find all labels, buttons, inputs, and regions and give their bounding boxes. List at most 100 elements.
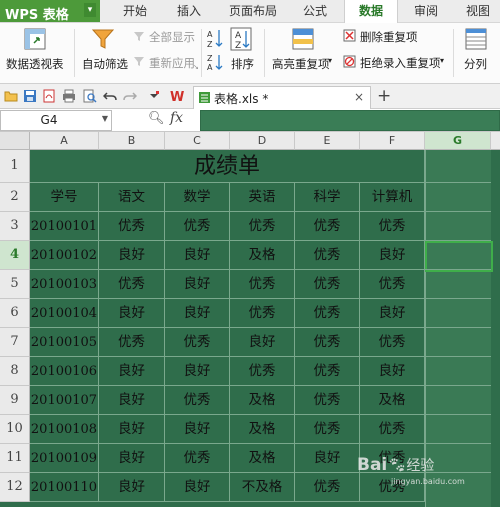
grade-cell[interactable]: 良好: [165, 473, 230, 502]
formula-input[interactable]: [200, 110, 500, 131]
filter-icon[interactable]: [91, 27, 115, 51]
student-id-cell[interactable]: 20100108: [30, 415, 99, 444]
grade-cell[interactable]: 优秀: [295, 299, 360, 328]
insert-function-icon[interactable]: fx: [170, 110, 183, 126]
column-header-d[interactable]: D: [230, 132, 295, 150]
grade-cell[interactable]: 良好: [165, 241, 230, 270]
student-id-cell[interactable]: 20100103: [30, 270, 99, 299]
grade-cell[interactable]: 优秀: [295, 270, 360, 299]
grade-cell[interactable]: 优秀: [360, 415, 425, 444]
column-h-cells[interactable]: [491, 150, 500, 507]
grade-cell[interactable]: 优秀: [295, 357, 360, 386]
column-header-h[interactable]: [491, 132, 500, 150]
student-id-cell[interactable]: 20100101: [30, 212, 99, 241]
row-header-2[interactable]: 2: [0, 183, 30, 212]
tab-page-layout[interactable]: 页面布局: [222, 0, 284, 22]
tab-insert[interactable]: 插入: [167, 0, 211, 22]
name-box-dropdown-icon[interactable]: ▼: [102, 114, 108, 123]
student-id-cell[interactable]: 20100110: [30, 473, 99, 502]
grade-cell[interactable]: 及格: [360, 386, 425, 415]
column-header-f[interactable]: F: [360, 132, 425, 150]
row-header-9[interactable]: 9: [0, 386, 30, 415]
split-columns-icon[interactable]: [465, 28, 487, 50]
row-header-5[interactable]: 5: [0, 270, 30, 299]
header-cell[interactable]: 语文: [99, 183, 165, 212]
grade-cell[interactable]: 良好: [165, 357, 230, 386]
remove-duplicates-button[interactable]: 删除重复项: [360, 29, 418, 45]
highlight-duplicates-button[interactable]: 高亮重复项: [272, 56, 330, 72]
column-header-g[interactable]: G: [425, 132, 491, 150]
open-folder-icon[interactable]: [4, 89, 18, 103]
header-cell[interactable]: 科学: [295, 183, 360, 212]
grade-cell[interactable]: 良好: [295, 444, 360, 473]
grade-cell[interactable]: 优秀: [295, 328, 360, 357]
grade-cell[interactable]: 优秀: [230, 357, 295, 386]
app-menu-caret-icon[interactable]: ▾: [84, 3, 96, 17]
row-header-7[interactable]: 7: [0, 328, 30, 357]
grade-cell[interactable]: 及格: [230, 241, 295, 270]
reapply-icon[interactable]: [133, 55, 145, 67]
student-id-cell[interactable]: 20100109: [30, 444, 99, 473]
column-g-cells[interactable]: [425, 150, 493, 507]
tab-formulas[interactable]: 公式: [293, 0, 337, 22]
row-header-1[interactable]: 1: [0, 150, 30, 183]
tab-data[interactable]: 数据: [344, 0, 398, 23]
pivot-table-button[interactable]: 数据透视表: [6, 56, 64, 72]
grade-cell[interactable]: 优秀: [99, 212, 165, 241]
header-cell[interactable]: 学号: [30, 183, 99, 212]
highlight-duplicates-icon[interactable]: [292, 28, 314, 50]
grade-cell[interactable]: 优秀: [165, 328, 230, 357]
grade-cell[interactable]: 良好: [230, 328, 295, 357]
tab-review[interactable]: 审阅: [404, 0, 448, 22]
grade-cell[interactable]: 优秀: [360, 270, 425, 299]
grade-cell[interactable]: 优秀: [165, 386, 230, 415]
grade-cell[interactable]: 优秀: [230, 212, 295, 241]
highlight-duplicates-dropdown-icon[interactable]: ▾: [328, 56, 332, 65]
tab-view[interactable]: 视图: [456, 0, 500, 22]
row-header-12[interactable]: 12: [0, 473, 30, 502]
row-header-11[interactable]: 11: [0, 444, 30, 473]
grade-cell[interactable]: 优秀: [295, 241, 360, 270]
grade-cell[interactable]: 优秀: [295, 386, 360, 415]
column-header-c[interactable]: C: [165, 132, 230, 150]
grade-cell[interactable]: 良好: [165, 299, 230, 328]
grade-cell[interactable]: 良好: [99, 386, 165, 415]
show-all-icon[interactable]: [133, 30, 145, 42]
grade-cell[interactable]: 良好: [99, 473, 165, 502]
row-header-4[interactable]: 4: [0, 241, 30, 270]
grade-cell[interactable]: 优秀: [230, 270, 295, 299]
grade-cell[interactable]: 优秀: [99, 328, 165, 357]
grade-cell[interactable]: 不及格: [230, 473, 295, 502]
document-tab[interactable]: 表格.xls * ×: [193, 86, 371, 109]
grade-cell[interactable]: 优秀: [295, 415, 360, 444]
sort-asc-icon[interactable]: A Z: [207, 28, 223, 48]
print-preview-icon[interactable]: [83, 89, 97, 103]
student-id-cell[interactable]: 20100106: [30, 357, 99, 386]
undo-icon[interactable]: [103, 89, 117, 103]
name-box[interactable]: G4 ▼: [0, 110, 112, 131]
grade-cell[interactable]: 及格: [230, 444, 295, 473]
sort-desc-icon[interactable]: Z A: [207, 53, 223, 71]
grade-cell[interactable]: 优秀: [360, 328, 425, 357]
grade-cell[interactable]: 及格: [230, 415, 295, 444]
grade-cell[interactable]: 良好: [99, 299, 165, 328]
column-header-a[interactable]: A: [30, 132, 99, 150]
column-header-e[interactable]: E: [295, 132, 360, 150]
sheet-title[interactable]: 成绩单: [30, 150, 425, 183]
grade-cell[interactable]: 良好: [99, 415, 165, 444]
student-id-cell[interactable]: 20100104: [30, 299, 99, 328]
show-all-button[interactable]: 全部显示: [149, 29, 195, 45]
export-pdf-icon[interactable]: [42, 89, 56, 103]
new-tab-button[interactable]: +: [377, 86, 391, 106]
autofilter-button[interactable]: 自动筛选: [82, 56, 128, 72]
close-tab-icon[interactable]: ×: [354, 90, 364, 104]
sort-icon[interactable]: A Z: [230, 27, 252, 51]
student-id-cell[interactable]: 20100102: [30, 241, 99, 270]
remove-duplicates-icon[interactable]: [343, 29, 356, 42]
spreadsheet-grid[interactable]: A B C D E F G 成绩单 学号 语文 数学 英语 科学 计算机 20100101 优…: [0, 132, 500, 507]
filter-launcher-icon[interactable]: ↘: [193, 63, 199, 71]
zoom-search-icon[interactable]: 🔍︎: [148, 111, 165, 126]
sort-button[interactable]: 排序: [231, 56, 254, 72]
active-cell-g4[interactable]: [425, 241, 493, 272]
grade-cell[interactable]: 优秀: [295, 473, 360, 502]
